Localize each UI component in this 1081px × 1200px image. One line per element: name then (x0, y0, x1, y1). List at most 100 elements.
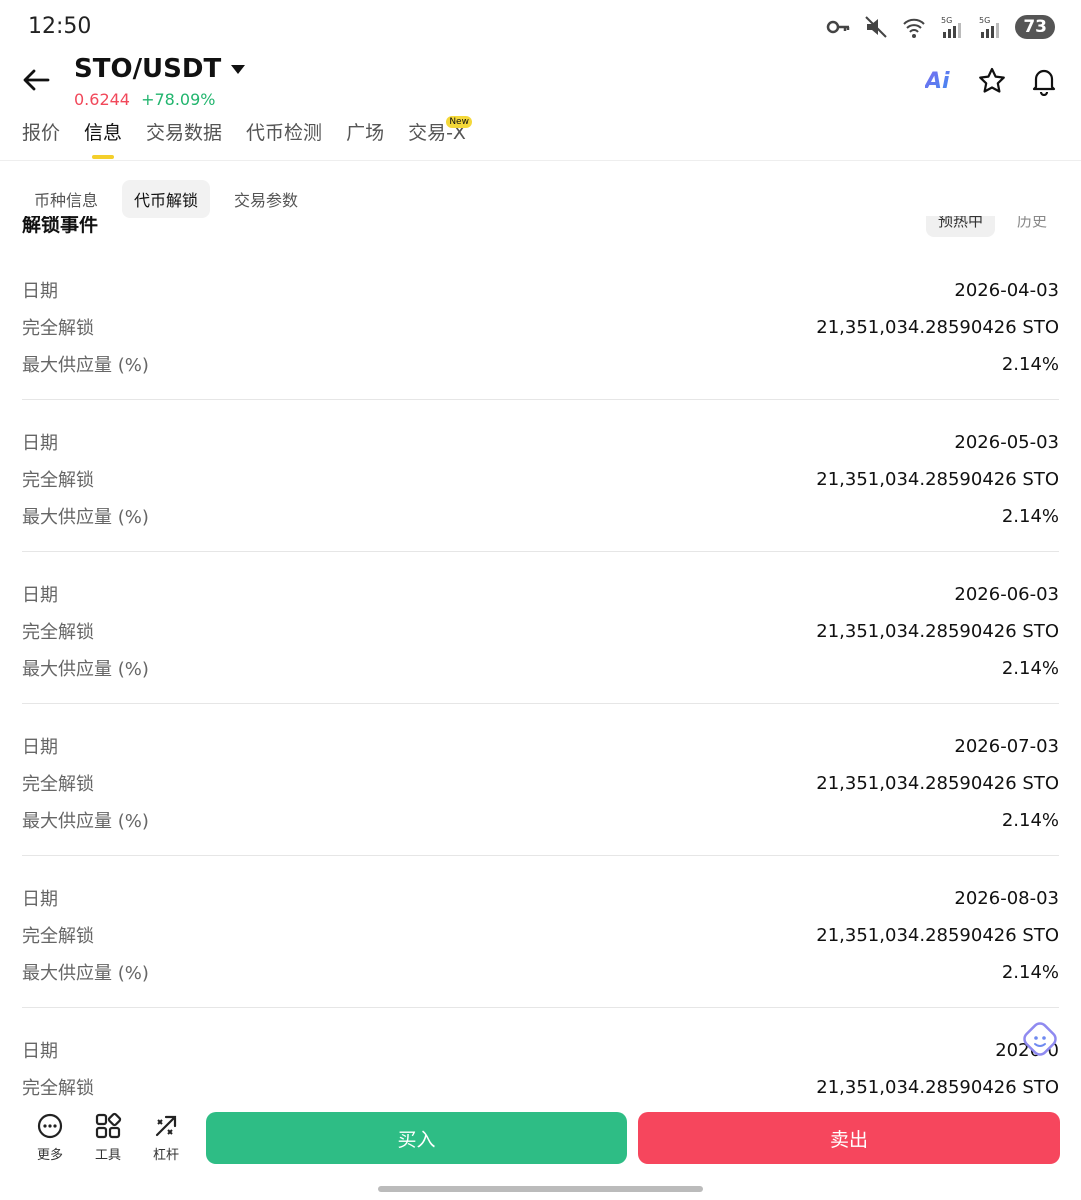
more-button[interactable]: 更多 (26, 1112, 74, 1163)
date-label: 日期 (22, 433, 58, 454)
tab-trading-data[interactable]: 交易数据 (146, 118, 222, 159)
leverage-label: 杠杆 (152, 1148, 179, 1163)
price-change: +78.09% (141, 90, 216, 109)
divider (0, 160, 1081, 161)
svg-text:5G: 5G (979, 16, 990, 25)
more-label: 更多 (36, 1148, 63, 1163)
date-row: 日期 2026-04-03 (22, 275, 1059, 305)
last-price: 0.6244 (74, 90, 130, 109)
date-row: 日期 2026-08-03 (22, 883, 1059, 913)
wifi-icon (903, 18, 926, 38)
svg-text:5G: 5G (941, 16, 952, 25)
max-supply-label: 最大供应量 (%) (22, 811, 149, 832)
tab-quote[interactable]: 报价 (22, 118, 60, 159)
full-unlock-value: 21,351,034.28590426 STO (816, 772, 1059, 794)
date-value: 2026-07-03 (954, 735, 1059, 757)
pair-selector[interactable]: STO/USDT (74, 54, 246, 84)
max-supply-label: 最大供应量 (%) (22, 355, 149, 376)
filter-upcoming[interactable]: 预热中 (925, 216, 995, 237)
date-row: 日期 2026-06-03 (22, 579, 1059, 609)
supply-row: 最大供应量 (%) 2.14% (22, 653, 1059, 683)
new-badge: New (446, 116, 472, 128)
max-supply-value: 2.14% (1001, 505, 1059, 527)
max-supply-value: 2.14% (1001, 657, 1059, 679)
leverage-icon (155, 1115, 177, 1137)
tab-token-check[interactable]: 代币检测 (246, 118, 322, 159)
full-unlock-label: 完全解锁 (22, 622, 94, 643)
date-label: 日期 (22, 889, 58, 910)
supply-row: 最大供应量 (%) 2.14% (22, 957, 1059, 987)
tab-info[interactable]: 信息 (84, 118, 122, 159)
unlock-event-card: 日期 2026-08-03 完全解锁 21,351,034.28590426 STO… (22, 856, 1059, 1008)
unlock-event-card: 日期 2026-07-03 完全解锁 21,351,034.28590426 STO… (22, 704, 1059, 856)
date-label: 日期 (22, 737, 58, 758)
max-supply-label: 最大供应量 (%) (22, 507, 149, 528)
full-unlock-label: 完全解锁 (22, 774, 94, 795)
mute-icon (865, 16, 888, 38)
status-bar: 12:50 5G 5G 73 (0, 0, 1081, 56)
bell-icon[interactable] (1029, 66, 1059, 96)
bottom-action-bar: 更多 工具 杠杆 买入 卖出 (0, 1098, 1081, 1200)
signal-5g-icon: 5G (941, 16, 962, 38)
battery-indicator: 73 (1015, 15, 1055, 39)
supply-row: 最大供应量 (%) 2.14% (22, 805, 1059, 835)
section-header: 解锁事件 预热中 历史 (0, 216, 1081, 248)
unlock-event-card: 日期 2026-04-03 完全解锁 21,351,034.28590426 STO… (22, 248, 1059, 400)
amount-row: 完全解锁 21,351,034.28590426 STO (22, 464, 1059, 494)
status-icons: 5G 5G 73 (825, 14, 1055, 40)
subtab-token-unlock[interactable]: 代币解锁 (122, 180, 211, 218)
signal-5g-icon: 5G (979, 16, 1000, 38)
unlock-event-card: 日期 2026-05-03 完全解锁 21,351,034.28590426 STO… (22, 400, 1059, 552)
pair-name: STO/USDT (74, 54, 222, 84)
buy-button[interactable]: 买入 (206, 1112, 627, 1164)
full-unlock-value: 21,351,034.28590426 STO (816, 468, 1059, 490)
home-indicator[interactable] (378, 1186, 703, 1192)
max-supply-value: 2.14% (1001, 809, 1059, 831)
star-icon[interactable] (977, 66, 1007, 96)
tab-trade-x[interactable]: 交易-X New (408, 116, 472, 159)
back-arrow-icon[interactable] (18, 62, 54, 98)
amount-row: 完全解锁 21,351,034.28590426 STO (22, 920, 1059, 950)
supply-row: 最大供应量 (%) 2.14% (22, 349, 1059, 379)
date-value: 2026-08-03 (954, 887, 1059, 909)
subtab-coin-info[interactable]: 币种信息 (22, 180, 110, 218)
filter-history[interactable]: 历史 (1005, 216, 1059, 237)
unlock-event-list: 日期 2026-04-03 完全解锁 21,351,034.28590426 STO… (0, 248, 1081, 1096)
amount-row: 完全解锁 21,351,034.28590426 STO (22, 312, 1059, 342)
main-tabs: 报价 信息 交易数据 代币检测 广场 交易-X New (22, 116, 472, 159)
key-icon (827, 20, 850, 34)
date-value: 2026-06-03 (954, 583, 1059, 605)
assistant-face-icon[interactable] (1019, 1020, 1059, 1060)
tools-button[interactable]: 工具 (84, 1112, 132, 1163)
section-title: 解锁事件 (22, 216, 99, 236)
date-row: 日期 2026-0 (22, 1035, 1059, 1065)
date-value: 2026-05-03 (954, 431, 1059, 453)
date-label: 日期 (22, 281, 58, 302)
full-unlock-label: 完全解锁 (22, 926, 94, 947)
amount-row: 完全解锁 21,351,034.28590426 STO (22, 616, 1059, 646)
tools-label: 工具 (94, 1148, 121, 1163)
leverage-button[interactable]: 杠杆 (142, 1112, 190, 1163)
unlock-event-card: 日期 2026-06-03 完全解锁 21,351,034.28590426 STO… (22, 552, 1059, 704)
sell-button[interactable]: 卖出 (638, 1112, 1060, 1164)
event-filter: 预热中 历史 (925, 216, 1059, 237)
max-supply-label: 最大供应量 (%) (22, 659, 149, 680)
price-line: 0.6244 +78.09% (74, 90, 216, 109)
max-supply-value: 2.14% (1001, 353, 1059, 375)
full-unlock-value: 21,351,034.28590426 STO (816, 924, 1059, 946)
full-unlock-value: 21,351,034.28590426 STO (816, 620, 1059, 642)
sub-tabs: 币种信息 代币解锁 交易参数 (22, 180, 310, 218)
amount-row: 完全解锁 21,351,034.28590426 STO (22, 768, 1059, 798)
ai-icon[interactable]: Ai (925, 69, 955, 94)
unlock-event-card: 日期 2026-0 完全解锁 21,351,034.28590426 STO (22, 1008, 1059, 1097)
supply-row: 最大供应量 (%) 2.14% (22, 501, 1059, 531)
date-row: 日期 2026-07-03 (22, 731, 1059, 761)
subtab-trade-params[interactable]: 交易参数 (222, 180, 310, 218)
full-unlock-label: 完全解锁 (22, 470, 94, 491)
max-supply-value: 2.14% (1001, 961, 1059, 983)
tab-square[interactable]: 广场 (346, 118, 384, 159)
status-time: 12:50 (28, 14, 92, 39)
tools-icon (95, 1112, 122, 1139)
header: STO/USDT 0.6244 +78.09% Ai (0, 52, 1081, 114)
header-actions: Ai (925, 66, 1059, 96)
